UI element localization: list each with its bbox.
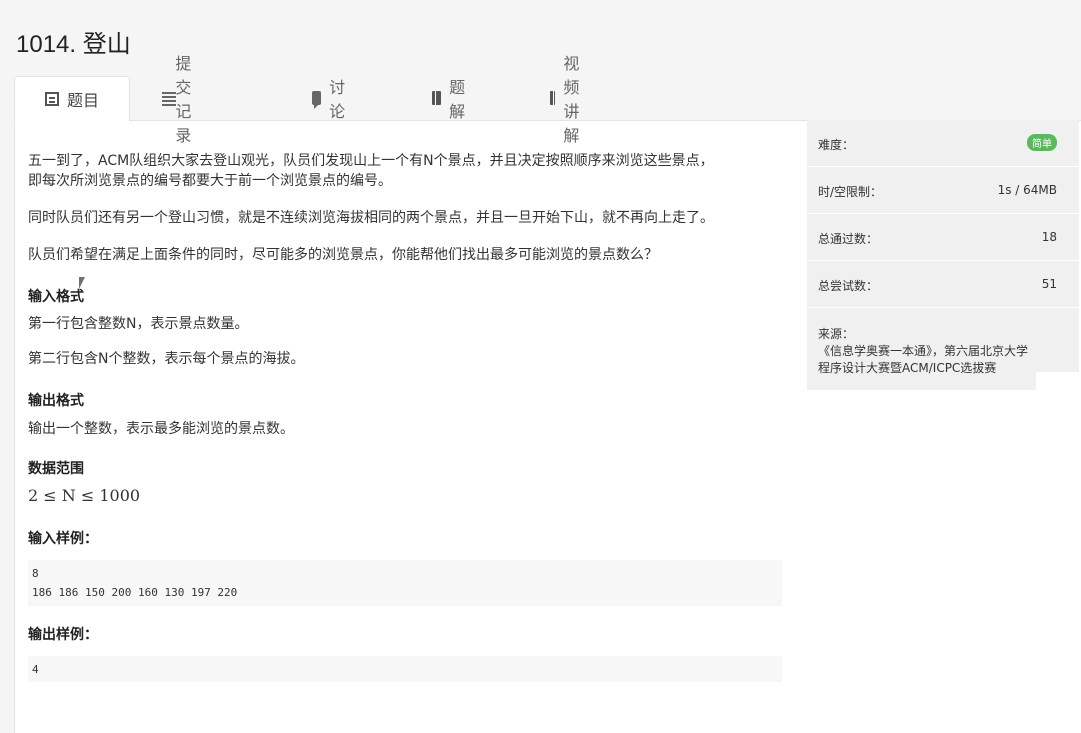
description-line: 五一到了，ACM队组织大家去登山观光，队员们发现山上一个有N个景点，并且决定按照…	[28, 153, 714, 169]
sample-output-title: 输出样例：	[28, 627, 98, 643]
problem-info-panel: 难度： 简单 时/空限制： 1s / 64MB 总通过数： 18 总尝试数： 5…	[807, 120, 1079, 390]
tab-label: 讨论	[329, 78, 346, 121]
code-line: 8	[32, 567, 39, 580]
limit-row: 时/空限制： 1s / 64MB	[807, 167, 1079, 214]
tab-problem[interactable]: 题目	[14, 76, 130, 122]
data-range-title: 数据范围	[28, 461, 84, 477]
sample-input-title: 输入样例：	[28, 531, 98, 547]
source-info: 来源： 《信息学奥赛一本通》，第六届北京大学 程序设计大赛暨ACM/ICPC选拔…	[818, 326, 1068, 377]
description-para-1: 五一到了，ACM队组织大家去登山观光，队员们发现山上一个有N个景点，并且决定按照…	[28, 151, 788, 191]
document-icon	[44, 92, 59, 106]
description-line: 即每次所浏览景点的编号都要大于前一个浏览景点的编号。	[28, 173, 392, 189]
tab-label: 题目	[66, 91, 99, 110]
tab-label: 视频讲解	[563, 54, 580, 145]
tab-submissions[interactable]: 提交记录	[162, 54, 200, 145]
description-para-2: 同时队员们还有另一个登山习惯，就是不连续浏览海拔相同的两个景点，并且一旦开始下山…	[28, 210, 714, 226]
tab-discussion[interactable]: 讨论	[312, 76, 350, 121]
tab-video[interactable]: 视频讲解	[550, 54, 588, 145]
passed-row: 总通过数： 18	[807, 214, 1079, 261]
description-para-3: 队员们希望在满足上面条件的同时，尽可能多的浏览景点，你能帮他们找出最多可能浏览的…	[28, 247, 658, 263]
output-format-line: 输出一个整数，表示最多能浏览的景点数。	[28, 421, 294, 437]
tab-label: 提交记录	[175, 54, 192, 145]
difficulty-row: 难度： 简单	[807, 120, 1079, 167]
passed-label: 总通过数：	[818, 232, 879, 246]
input-format-title: 输入格式	[28, 289, 84, 305]
comment-icon	[312, 91, 322, 109]
mouse-cursor-icon	[79, 277, 85, 289]
book-icon	[432, 91, 442, 105]
source-line[interactable]: 程序设计大赛暨ACM/ICPC选拔赛	[818, 360, 1068, 377]
tried-value: 51	[1041, 277, 1057, 291]
passed-value: 18	[1041, 230, 1057, 244]
sample-output-block[interactable]: 4	[28, 656, 782, 682]
book-icon	[550, 91, 556, 105]
code-line: 4	[32, 663, 39, 676]
source-label: 来源：	[818, 327, 855, 341]
tab-solutions[interactable]: 题解	[432, 76, 470, 121]
difficulty-badge: 简单	[1027, 134, 1057, 151]
tab-label: 题解	[449, 78, 466, 121]
page-title: 1014. 登山	[16, 31, 131, 58]
list-icon	[162, 91, 178, 105]
input-format-line-2: 第二行包含N个整数，表示每个景点的海拔。	[28, 351, 305, 367]
output-format-title: 输出格式	[28, 393, 84, 409]
difficulty-label: 难度：	[818, 138, 855, 152]
sample-input-block[interactable]: 8 186 186 150 200 160 130 197 220	[28, 560, 782, 606]
source-line[interactable]: 《信息学奥赛一本通》，第六届北京大学	[818, 343, 1068, 360]
tried-label: 总尝试数：	[818, 279, 879, 293]
limit-value: 1s / 64MB	[997, 183, 1057, 197]
tried-row: 总尝试数： 51	[807, 261, 1079, 308]
code-line: 186 186 150 200 160 130 197 220	[32, 586, 238, 599]
limit-label: 时/空限制：	[818, 185, 883, 199]
blank-area	[1036, 372, 1081, 732]
data-range-formula: 2 ≤ N ≤ 1000	[28, 486, 141, 505]
input-format-line-1: 第一行包含整数N，表示景点数量。	[28, 316, 249, 332]
